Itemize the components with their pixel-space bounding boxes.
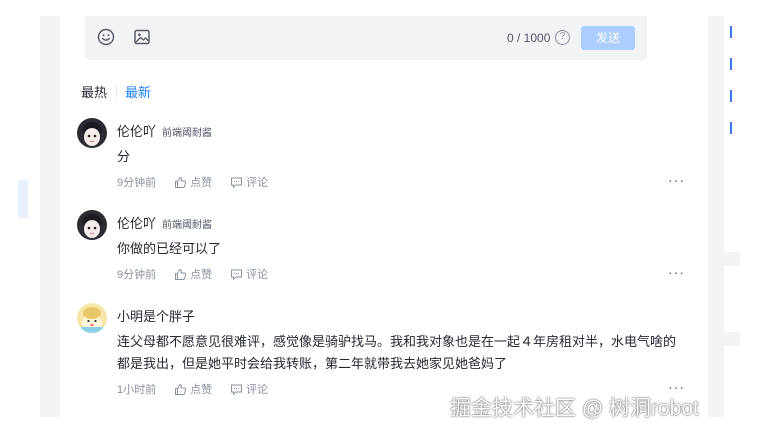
reply-label: 评论 [246, 177, 269, 189]
comment-author[interactable]: 伦伦吖 [117, 121, 156, 140]
comment-time: 9分钟前 [117, 269, 157, 281]
more-options-icon[interactable]: ··· [668, 264, 685, 280]
comment-actions: 9分钟前 点赞 评论 [117, 266, 286, 282]
help-icon[interactable]: ? [555, 30, 570, 45]
left-sidebar [18, 16, 40, 417]
comment-time: 9分钟前 [117, 177, 157, 189]
comment-text: 连父母都不愿意见很难评，感觉像是骑驴找马。我和我对象也是在一起４年房租对半，水电… [117, 334, 677, 371]
like-button[interactable]: 点赞 [174, 174, 212, 190]
thumbs-up-icon [175, 383, 187, 395]
right-sidebar [724, 16, 740, 417]
thumbs-up-icon [175, 268, 187, 280]
page-frame: 0 / 1000 ? 发送 最热 最新 伦伦吖 前端阈耐酱 分 9分钟前 点赞 … [18, 16, 740, 417]
emoji-icon[interactable] [97, 28, 115, 46]
avatar[interactable] [77, 210, 107, 240]
comment-actions: 9分钟前 点赞 评论 [117, 174, 286, 190]
char-counter: 0 / 1000 [507, 31, 551, 45]
comment-icon [231, 177, 243, 188]
right-sidebar-marker [730, 90, 732, 102]
comment-actions: 1小时前 点赞 评论 [117, 381, 286, 397]
more-options-icon[interactable]: ··· [668, 172, 685, 188]
tab-divider [116, 85, 118, 97]
reply-button[interactable]: 评论 [230, 174, 268, 190]
avatar-image [77, 118, 107, 148]
author-title-badge: 前端阈耐酱 [162, 128, 212, 139]
right-sidebar-gap [724, 332, 740, 346]
sort-tabs: 最热 最新 [81, 82, 151, 101]
avatar[interactable] [77, 303, 107, 333]
reply-label: 评论 [246, 269, 269, 281]
comment-time: 1小时前 [117, 384, 157, 396]
image-icon[interactable] [133, 28, 151, 46]
right-sidebar-marker [730, 58, 732, 70]
like-label: 点赞 [190, 269, 213, 281]
left-sidebar-highlight [18, 180, 28, 218]
avatar-image [77, 210, 107, 240]
reply-button[interactable]: 评论 [230, 381, 268, 397]
like-button[interactable]: 点赞 [174, 266, 212, 282]
author-title-badge: 前端阈耐酱 [162, 220, 212, 231]
thumbs-up-icon [175, 176, 187, 188]
comment-author[interactable]: 小明是个胖子 [117, 306, 195, 325]
tab-hottest[interactable]: 最热 [81, 82, 107, 101]
like-label: 点赞 [190, 384, 213, 396]
comment-icon [231, 269, 243, 280]
comment-text: 你做的已经可以了 [117, 241, 222, 256]
reply-button[interactable]: 评论 [230, 266, 268, 282]
reply-label: 评论 [246, 384, 269, 396]
like-button[interactable]: 点赞 [174, 381, 212, 397]
comment-author[interactable]: 伦伦吖 [117, 213, 156, 232]
tab-newest[interactable]: 最新 [125, 82, 151, 101]
right-sidebar-marker [730, 122, 732, 134]
comment-icon [231, 384, 243, 395]
comment-editor-toolbar: 0 / 1000 ? 发送 [85, 16, 647, 60]
right-sidebar-marker [730, 26, 732, 38]
watermark-text: 掘金技术社区 @ 树洞robot [450, 397, 699, 420]
comment-text: 分 [117, 149, 131, 164]
like-label: 点赞 [190, 177, 213, 189]
avatar[interactable] [77, 118, 107, 148]
right-sidebar-gap [724, 252, 740, 266]
avatar-image [77, 303, 107, 333]
send-button[interactable]: 发送 [581, 26, 635, 50]
